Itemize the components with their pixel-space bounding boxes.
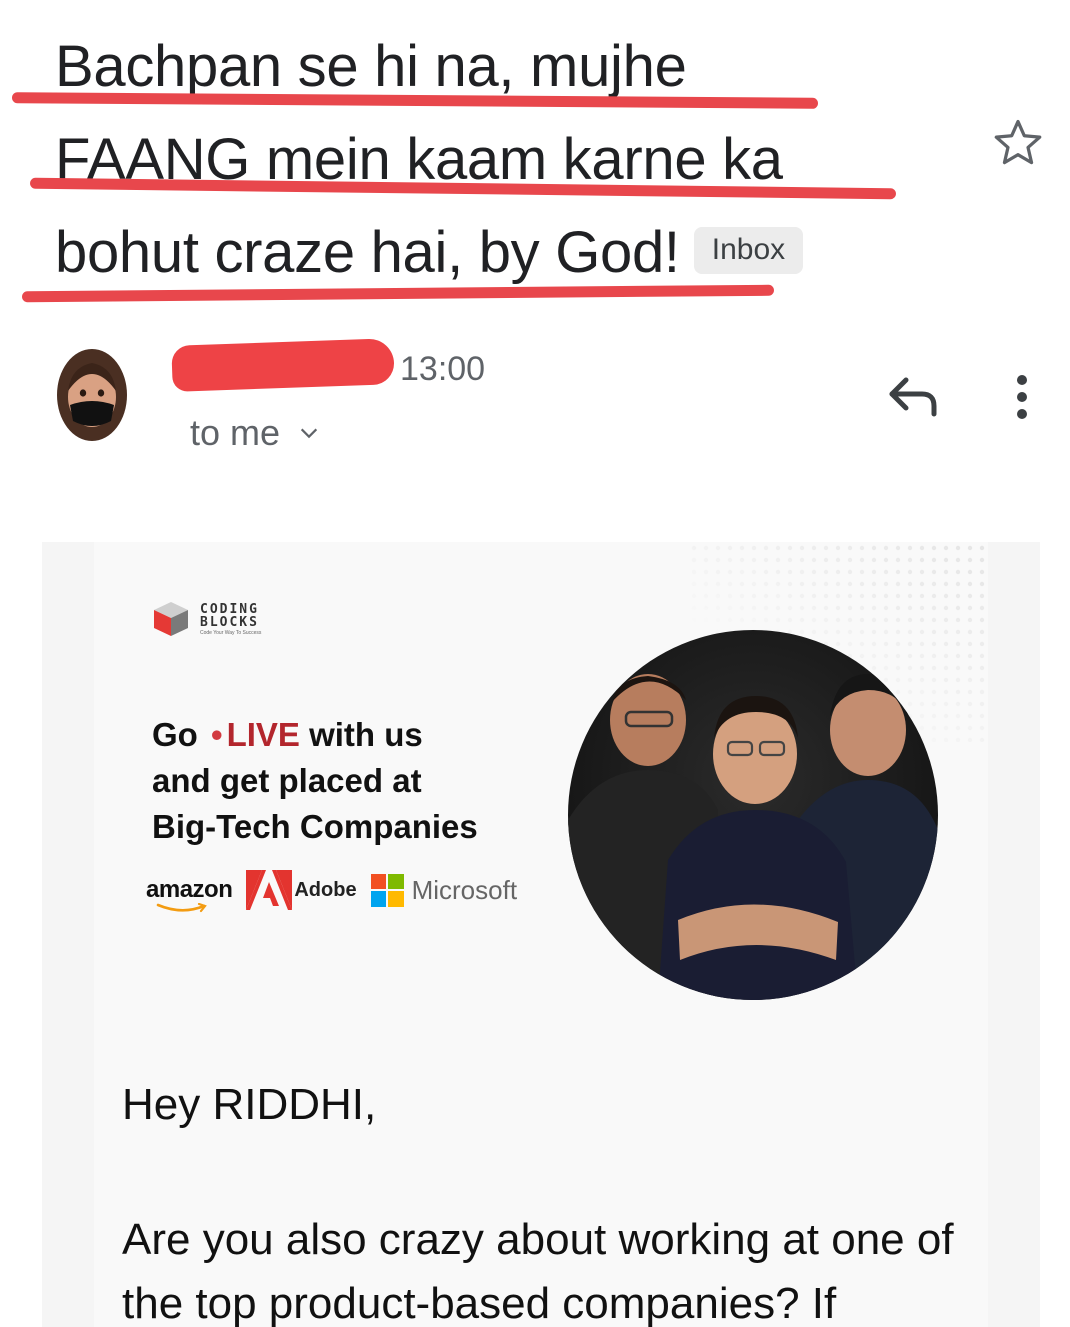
adobe-label: Adobe: [294, 878, 357, 901]
sender-avatar[interactable]: [55, 347, 129, 445]
microsoft-logo-icon: [370, 873, 404, 907]
microsoft-label: Microsoft: [411, 874, 518, 905]
coding-blocks-logo[interactable]: CODING BLOCKS Code Your Way To Success: [150, 598, 261, 640]
email-body-container: CODING BLOCKS Code Your Way To Success G…: [42, 542, 1040, 1327]
headline-go: Go: [152, 716, 198, 753]
headline-line-3: Big-Tech Companies: [152, 808, 478, 845]
headline-with-us: with us: [309, 716, 423, 753]
email-time: 13:00: [400, 350, 486, 388]
live-dot-icon: •: [211, 716, 223, 753]
chevron-down-icon: [300, 428, 318, 439]
subject-line-3: bohut craze hai, by God! Inbox: [55, 206, 935, 299]
more-options-button[interactable]: [1004, 372, 1040, 422]
amazon-logo: amazon: [146, 876, 233, 913]
logo-tagline: Code Your Way To Success: [200, 629, 262, 636]
company-logos: amazon Adobe Microsoft: [146, 870, 518, 913]
logo-line-1: CODING: [200, 601, 259, 617]
star-outline-icon: [994, 119, 1042, 165]
inbox-label-badge[interactable]: Inbox: [693, 227, 804, 275]
reply-button[interactable]: [884, 368, 944, 424]
headline-line-2: and get placed at: [152, 762, 422, 799]
email-body-paragraph: Are you also crazy about working at one …: [122, 1215, 954, 1327]
redaction-mark: [171, 338, 395, 392]
promo-headline: Go • LIVE with us and get placed at Big-T…: [152, 712, 478, 850]
recipient-details-toggle[interactable]: to me: [190, 412, 320, 454]
recipient-label: to me: [190, 412, 281, 453]
cube-logo-icon: [154, 602, 188, 636]
headline-live: LIVE: [226, 716, 300, 753]
email-subject: Bachpan se hi na, mujhe FAANG mein kaam …: [55, 20, 935, 299]
more-vertical-icon: [1017, 375, 1027, 419]
email-content-card: CODING BLOCKS Code Your Way To Success G…: [94, 542, 988, 1327]
adobe-logo-icon: [246, 870, 293, 910]
star-button[interactable]: [990, 115, 1046, 171]
email-greeting: Hey RIDDHI,: [122, 1080, 377, 1129]
amazon-smile-icon: [156, 903, 207, 913]
subject-line-3-text: bohut craze hai, by God!: [55, 220, 680, 285]
logo-line-2: BLOCKS: [200, 614, 259, 630]
reply-icon: [889, 377, 937, 417]
mentors-photo: [568, 630, 938, 1000]
